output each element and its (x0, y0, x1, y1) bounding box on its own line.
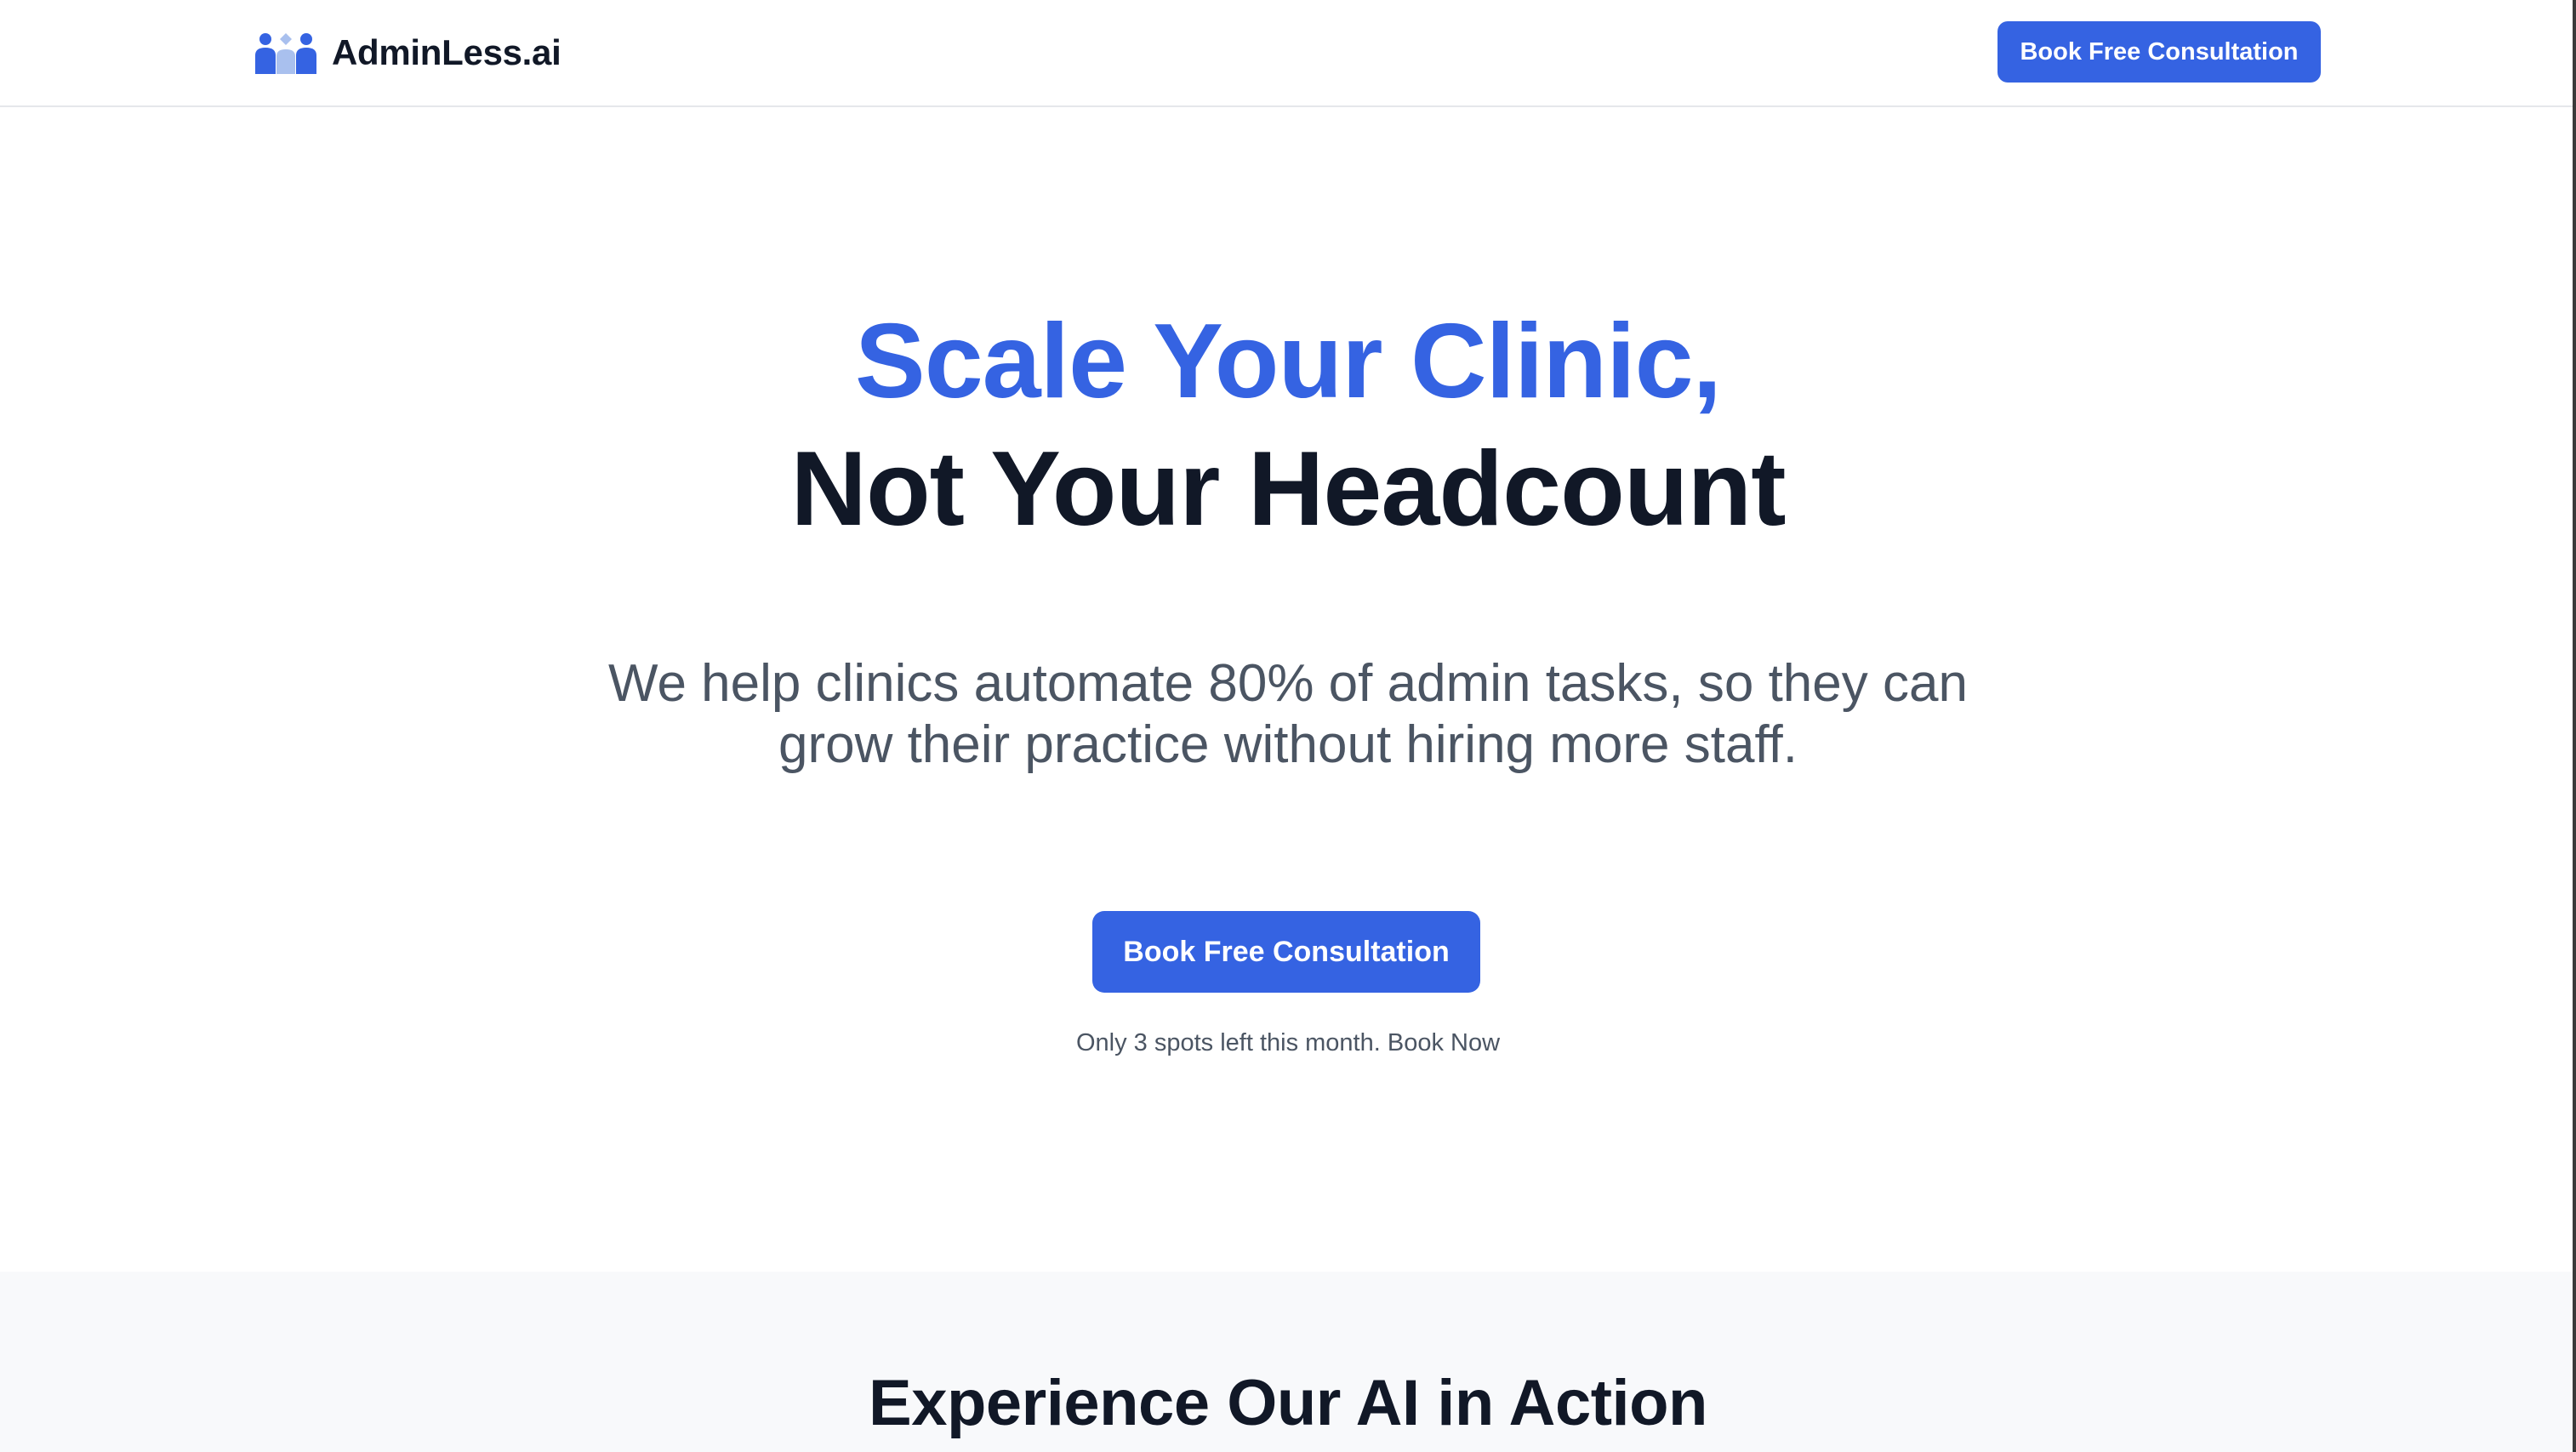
demo-section-title: Experience Our AI in Action (869, 1367, 1707, 1439)
header-book-consultation-button[interactable]: Book Free Consultation (1998, 21, 2321, 83)
hero-headline-line1: Scale Your Clinic, (854, 303, 1722, 420)
landing-page: AdminLess.ai Book Free Consultation Scal… (0, 0, 2576, 1452)
hero-headline-line2: Not Your Headcount (790, 430, 1786, 548)
hero-section: Scale Your Clinic, Not Your Headcount We… (0, 109, 2576, 1272)
brand-name: AdminLess.ai (332, 32, 561, 72)
window-frame-edge (2573, 0, 2576, 1452)
scarcity-note: Only 3 spots left this month. Book Now (1075, 1029, 1501, 1056)
site-header: AdminLess.ai Book Free Consultation (0, 0, 2576, 107)
demo-section: Experience Our AI in Action (0, 1272, 2576, 1452)
hero-book-consultation-button[interactable]: Book Free Consultation (1092, 911, 1480, 993)
brand-logo-link[interactable]: AdminLess.ai (254, 29, 561, 77)
people-group-icon (255, 33, 316, 74)
hero-subheadline: We help clinics automate 80% of admin ta… (608, 654, 1968, 774)
